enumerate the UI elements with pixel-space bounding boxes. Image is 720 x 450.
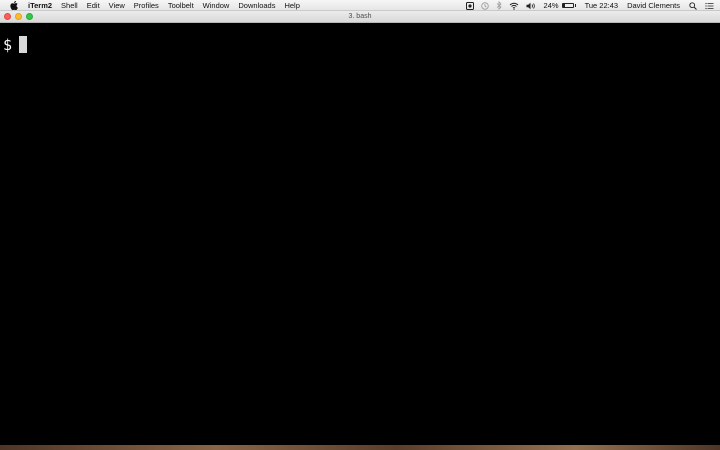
notification-center-icon[interactable] [705,2,714,10]
text-cursor [19,36,28,53]
record-icon[interactable] [465,1,474,10]
status-area: 24% Tue 22:43 David Clements [459,0,714,11]
desktop-background [0,445,720,450]
menu-app-name[interactable]: iTerm2 [28,0,52,11]
spotlight-icon[interactable] [689,1,697,10]
window-title: 3. bash [348,13,372,20]
menu-view[interactable]: View [109,0,125,11]
menu-profiles[interactable]: Profiles [134,0,159,11]
volume-icon[interactable] [526,2,537,10]
menu-user[interactable]: David Clements [627,0,680,11]
battery-percent: 24% [543,1,559,10]
window-titlebar[interactable]: 3. bash [0,11,720,23]
menu-shell[interactable]: Shell [61,0,78,11]
menu-downloads[interactable]: Downloads [238,0,275,11]
menu-bar: iTerm2 Shell Edit View Profiles Toolbelt… [0,0,720,11]
menu-toolbelt[interactable]: Toolbelt [168,0,194,11]
shell-prompt: $ [3,35,13,54]
menu-window[interactable]: Window [203,0,230,11]
wifi-icon[interactable] [509,2,519,10]
prompt-line: $ [3,35,28,54]
bluetooth-icon[interactable] [496,1,502,10]
menu-edit[interactable]: Edit [87,0,100,11]
apple-icon[interactable] [9,0,19,10]
time-machine-icon[interactable] [480,1,489,10]
menu-help[interactable]: Help [284,0,299,11]
menu-clock[interactable]: Tue 22:43 [585,0,619,11]
terminal-area[interactable]: $ [0,23,720,445]
terminal-window: 3. bash $ [0,11,720,445]
battery-icon[interactable] [561,3,576,8]
